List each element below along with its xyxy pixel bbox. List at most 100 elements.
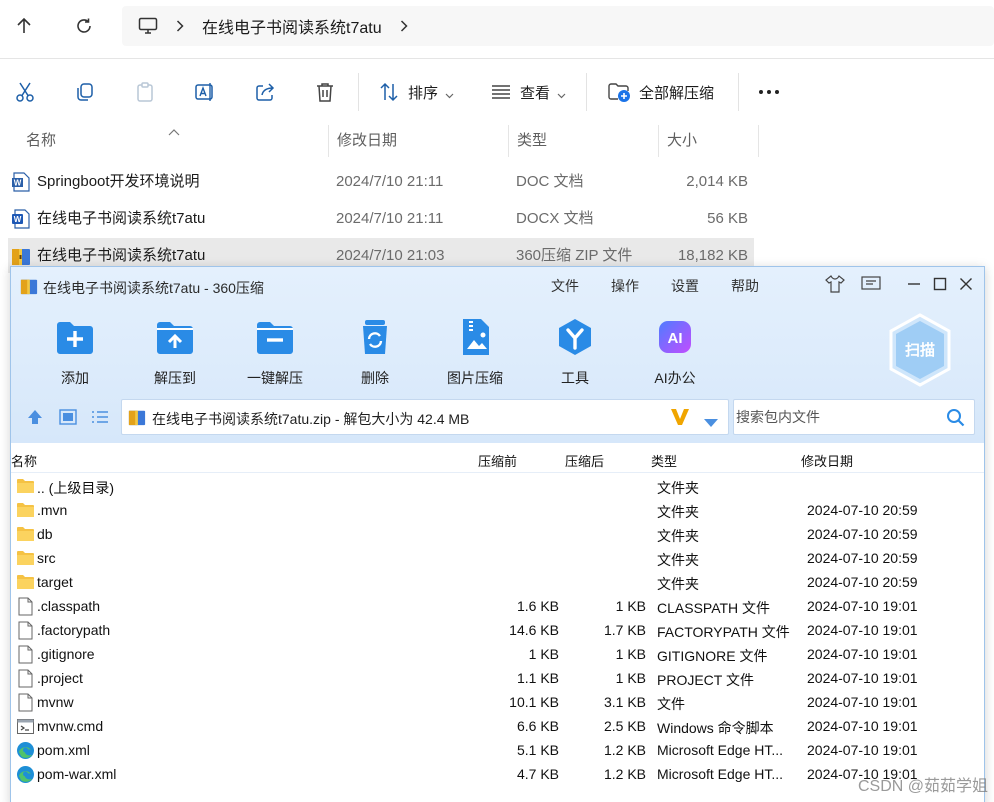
archive-row[interactable]: db 文件夹 2024-07-10 20:59 <box>11 523 984 547</box>
up-level-icon[interactable] <box>27 409 43 430</box>
address-bar-row: 在线电子书阅读系统t7atu <box>0 0 994 54</box>
v-logo-icon[interactable] <box>670 408 690 431</box>
explorer-file-row[interactable]: W 在线电子书阅读系统t7atu 2024/7/10 21:11 DOCX 文档… <box>8 201 754 236</box>
menu-settings[interactable]: 设置 <box>671 276 699 296</box>
folder-icon <box>16 525 35 544</box>
file-icon <box>16 597 35 616</box>
archive-search-input[interactable] <box>736 404 936 430</box>
extract-to-button[interactable]: 解压到 <box>130 317 220 388</box>
image-compress-button[interactable]: 图片压缩 <box>430 317 520 388</box>
desktop: 在线电子书阅读系统t7atu 排序 查看 全部解压缩 名称 修改日期 类型 大小… <box>0 0 994 802</box>
menu-file[interactable]: 文件 <box>551 276 579 296</box>
add-folder-icon <box>55 317 95 357</box>
folder-icon <box>16 501 35 520</box>
more-options-icon[interactable] <box>756 79 782 105</box>
up-arrow-icon[interactable] <box>2 4 46 48</box>
extract-all-button[interactable]: 全部解压缩 <box>639 82 714 103</box>
extract-to-icon <box>155 317 195 357</box>
thumbnail-view-icon[interactable] <box>59 409 77 430</box>
menu-help[interactable]: 帮助 <box>731 276 759 296</box>
view-button[interactable]: 查看 <box>520 82 550 103</box>
scan-label: 扫描 <box>904 342 935 359</box>
file-icon <box>16 669 35 688</box>
refresh-icon[interactable] <box>62 4 106 48</box>
ai-office-icon: AI <box>655 317 695 357</box>
column-size[interactable]: 大小 <box>659 125 759 157</box>
chevron-down-icon[interactable] <box>557 86 566 104</box>
delete-icon[interactable] <box>312 79 338 105</box>
breadcrumb-current[interactable]: 在线电子书阅读系统t7atu <box>202 14 382 38</box>
archive-column-header: 名称 压缩前 压缩后 类型 修改日期 <box>11 447 984 473</box>
share-icon[interactable] <box>252 79 278 105</box>
image-compress-icon <box>455 317 495 357</box>
zip-archive-icon <box>11 246 31 266</box>
edge-icon <box>16 741 35 760</box>
column-type[interactable]: 类型 <box>509 125 659 157</box>
delete-button[interactable]: 删除 <box>330 317 420 388</box>
svg-text:W: W <box>14 215 22 224</box>
column-before-size[interactable]: 压缩前 <box>478 451 517 470</box>
explorer-column-header: 名称 修改日期 类型 大小 <box>0 125 994 157</box>
watermark: CSDN @茹茹学姐 <box>857 778 988 795</box>
svg-text:AI: AI <box>668 330 683 347</box>
column-date[interactable]: 修改日期 <box>801 451 853 470</box>
search-icon[interactable] <box>946 408 965 432</box>
maximize-icon[interactable] <box>933 277 947 296</box>
scan-button[interactable]: 扫描 <box>887 313 953 387</box>
close-icon[interactable] <box>959 277 973 296</box>
archive-row[interactable]: mvnw 10.1 KB 3.1 KB 文件 2024-07-10 19:01 <box>11 691 984 715</box>
zip-header: 在线电子书阅读系统t7atu - 360压缩 文件 操作 设置 帮助 添加 解压… <box>11 267 984 443</box>
folder-icon <box>16 573 35 592</box>
copy-icon[interactable] <box>72 79 98 105</box>
chevron-right-icon[interactable] <box>176 20 184 32</box>
rename-icon[interactable] <box>192 79 218 105</box>
word-doc-icon: W <box>11 172 31 192</box>
column-after-size[interactable]: 压缩后 <box>565 451 604 470</box>
menu-operation[interactable]: 操作 <box>611 276 639 296</box>
column-name[interactable]: 名称 <box>11 451 37 470</box>
folder-icon <box>16 477 35 496</box>
file-icon <box>16 621 35 640</box>
add-button[interactable]: 添加 <box>30 317 120 388</box>
explorer-file-row[interactable]: W Springboot开发环境说明 2024/7/10 21:11 DOC 文… <box>8 164 754 199</box>
sort-icon[interactable] <box>376 79 402 105</box>
archive-row[interactable]: .gitignore 1 KB 1 KB GITIGNORE 文件 2024-0… <box>11 643 984 667</box>
sort-button[interactable]: 排序 <box>408 82 438 103</box>
tools-button[interactable]: 工具 <box>530 317 620 388</box>
archive-row[interactable]: target 文件夹 2024-07-10 20:59 <box>11 571 984 595</box>
archive-row[interactable]: .factorypath 14.6 KB 1.7 KB FACTORYPATH … <box>11 619 984 643</box>
address-box[interactable]: 在线电子书阅读系统t7atu <box>122 6 994 46</box>
recycle-delete-icon <box>355 317 395 357</box>
word-docx-icon: W <box>11 209 31 229</box>
archive-path-field[interactable]: 在线电子书阅读系统t7atu.zip - 解包大小为 42.4 MB <box>121 399 729 435</box>
file-icon <box>16 693 35 712</box>
zip-app-icon <box>20 277 38 300</box>
feedback-icon[interactable] <box>861 276 881 297</box>
archive-row[interactable]: src 文件夹 2024-07-10 20:59 <box>11 547 984 571</box>
archive-row[interactable]: .project 1.1 KB 1 KB PROJECT 文件 2024-07-… <box>11 667 984 691</box>
cmd-script-icon <box>16 717 35 736</box>
skin-shirt-icon[interactable] <box>825 275 845 298</box>
dropdown-arrow-icon[interactable] <box>704 414 718 432</box>
zip-window-title: 在线电子书阅读系统t7atu - 360压缩 <box>43 280 264 296</box>
one-click-extract-button[interactable]: 一键解压 <box>230 317 320 388</box>
ai-office-button[interactable]: AI AI办公 <box>630 317 720 388</box>
svg-text:W: W <box>14 179 22 188</box>
archive-row[interactable]: pom-war.xml 4.7 KB 1.2 KB Microsoft Edge… <box>11 763 984 787</box>
archive-row[interactable]: .mvn 文件夹 2024-07-10 20:59 <box>11 499 984 523</box>
cut-icon[interactable] <box>12 79 38 105</box>
column-date[interactable]: 修改日期 <box>329 125 509 157</box>
chevron-down-icon[interactable] <box>445 86 454 104</box>
view-icon[interactable] <box>488 79 514 105</box>
archive-row[interactable]: .. (上级目录) 文件夹 <box>11 475 984 499</box>
paste-icon <box>132 79 158 105</box>
archive-row[interactable]: mvnw.cmd 6.6 KB 2.5 KB Windows 命令脚本 2024… <box>11 715 984 739</box>
column-type[interactable]: 类型 <box>651 451 677 470</box>
archive-row[interactable]: .classpath 1.6 KB 1 KB CLASSPATH 文件 2024… <box>11 595 984 619</box>
list-view-icon[interactable] <box>91 409 109 430</box>
archive-row[interactable]: pom.xml 5.1 KB 1.2 KB Microsoft Edge HT.… <box>11 739 984 763</box>
minimize-icon[interactable] <box>907 277 921 296</box>
chevron-right-icon[interactable] <box>400 20 408 32</box>
extract-all-icon[interactable] <box>606 79 632 105</box>
sort-ascending-icon <box>168 123 180 141</box>
